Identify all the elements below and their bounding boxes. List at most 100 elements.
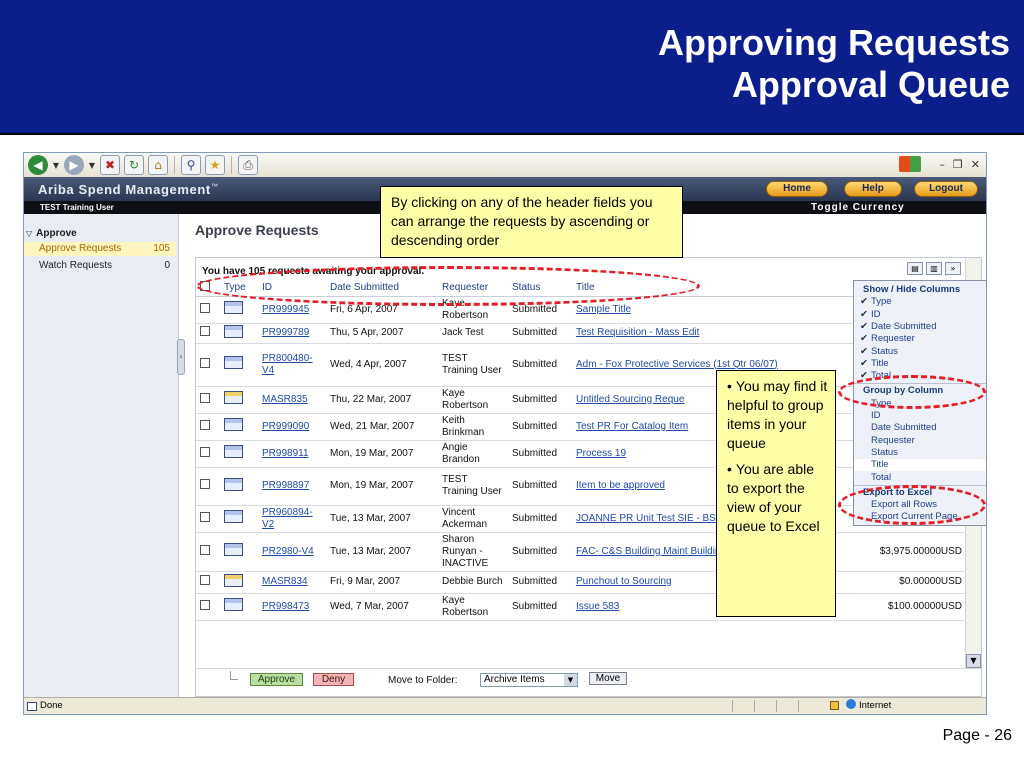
restore-button[interactable]: ❐	[953, 158, 963, 171]
row-checkbox[interactable]	[200, 511, 210, 522]
request-id-link[interactable]: PR999945	[258, 296, 326, 324]
back-dropdown-icon[interactable]: ▼	[52, 161, 60, 170]
request-title-link[interactable]: Test Requisition - Mass Edit	[572, 323, 852, 344]
forward-dropdown-icon[interactable]: ▼	[88, 161, 96, 170]
forward-arrow-icon[interactable]: ▶	[64, 155, 84, 175]
column-header-status[interactable]: Status	[508, 280, 572, 297]
row-select-cell[interactable]	[196, 505, 220, 533]
menu-item-show-type[interactable]: ✔ Type	[854, 296, 986, 308]
row-select-cell[interactable]	[196, 296, 220, 324]
help-button[interactable]: Help	[844, 181, 902, 197]
requisition-doc-icon[interactable]	[224, 543, 243, 556]
menu-item-show-total[interactable]: ✔ Total	[854, 370, 986, 382]
request-id-link[interactable]: PR999090	[258, 413, 326, 441]
table-row[interactable]: MASR835 Thu, 22 Mar, 2007 Kaye Robertson Su…	[196, 386, 966, 414]
row-checkbox[interactable]	[200, 575, 210, 585]
row-select-cell[interactable]	[196, 467, 220, 506]
row-select-cell[interactable]	[196, 593, 220, 621]
row-select-cell[interactable]	[196, 343, 220, 387]
toggle-currency-link[interactable]: Toggle Currency	[811, 201, 905, 214]
menu-item-group-type[interactable]: Type	[854, 398, 986, 410]
sidebar-heading-approve[interactable]: ▽ Approve	[26, 228, 77, 239]
menu-item-show-id[interactable]: ✔ ID	[854, 309, 986, 321]
scroll-down-arrow-icon[interactable]: ▼	[966, 654, 981, 668]
request-id-link[interactable]: PR960894-V2	[258, 505, 326, 533]
row-checkbox[interactable]	[200, 302, 210, 313]
table-row[interactable]: PR960894-V2 Tue, 13 Mar, 2007 Vincent Acke…	[196, 505, 966, 533]
menu-item-export-all-rows[interactable]: Export all Rows	[854, 499, 986, 511]
request-id-link[interactable]: MASR834	[258, 571, 326, 594]
move-button[interactable]: Move	[589, 672, 627, 685]
menu-item-show-title[interactable]: ✔ Title	[854, 358, 986, 370]
deny-button[interactable]: Deny	[313, 673, 354, 686]
requisition-doc-icon[interactable]	[224, 445, 243, 458]
row-checkbox[interactable]	[200, 392, 210, 403]
row-select-cell[interactable]	[196, 413, 220, 441]
requisition-doc-icon[interactable]	[224, 598, 243, 611]
search-icon[interactable]: ⚲	[181, 155, 201, 175]
request-id-link[interactable]: PR998473	[258, 593, 326, 621]
row-select-cell[interactable]	[196, 440, 220, 468]
row-select-cell[interactable]	[196, 386, 220, 414]
menu-item-show-date-submitted[interactable]: ✔ Date Submitted	[854, 321, 986, 333]
menu-item-show-status[interactable]: ✔ Status	[854, 346, 986, 358]
menu-item-group-status[interactable]: Status	[854, 447, 986, 459]
menu-item-group-total[interactable]: Total	[854, 472, 986, 484]
request-id-link[interactable]: PR998897	[258, 467, 326, 506]
menu-item-export-current-page[interactable]: Export Current Page	[854, 511, 986, 523]
minimize-button[interactable]: –	[939, 158, 945, 171]
table-row[interactable]: PR998911 Mon, 19 Mar, 2007 Angie Brandon Su…	[196, 440, 966, 468]
requisition-doc-icon[interactable]	[224, 356, 243, 369]
approve-button[interactable]: Approve	[250, 673, 303, 686]
request-id-link[interactable]: PR800480-V4	[258, 343, 326, 387]
row-checkbox[interactable]	[200, 544, 210, 555]
home-button[interactable]: Home	[766, 181, 828, 197]
requisition-doc-icon[interactable]	[224, 477, 243, 491]
table-row[interactable]: MASR834 Fri, 9 Mar, 2007 Debbie Burch Submi…	[196, 571, 966, 594]
row-select-cell[interactable]	[196, 532, 220, 572]
row-checkbox[interactable]	[200, 479, 210, 489]
column-header-requester[interactable]: Requester	[438, 280, 508, 297]
request-id-link[interactable]: PR2980-V4	[258, 532, 326, 572]
menu-item-group-requester[interactable]: Requester	[854, 435, 986, 447]
favorites-star-icon[interactable]: ★	[205, 155, 225, 175]
refresh-icon[interactable]: ↻	[124, 155, 144, 175]
chevron-down-icon[interactable]: ▼	[564, 674, 577, 686]
column-header-type[interactable]: Type	[220, 280, 258, 297]
requisition-doc-icon[interactable]	[224, 324, 243, 338]
column-header-title[interactable]: Title	[572, 280, 852, 297]
sidebar-item-watch-requests[interactable]: Watch Requests 0	[24, 259, 176, 273]
select-all-checkbox[interactable]	[200, 281, 210, 292]
stop-icon[interactable]: ✖	[100, 155, 120, 175]
table-row[interactable]: PR998897 Mon, 19 Mar, 2007 TEST Training U…	[196, 467, 966, 506]
row-checkbox[interactable]	[200, 357, 210, 368]
column-header-id[interactable]: ID	[258, 280, 326, 297]
request-id-link[interactable]: MASR835	[258, 386, 326, 414]
requisition-doc-icon[interactable]	[224, 510, 243, 523]
print-icon[interactable]: ⎙	[238, 155, 258, 175]
column-options-icon[interactable]: ▤	[907, 262, 923, 275]
request-title-link[interactable]: Sample Title	[572, 296, 852, 324]
table-row[interactable]: PR2980-V4 Tue, 13 Mar, 2007 Sharon Runyan …	[196, 532, 966, 572]
row-checkbox[interactable]	[200, 326, 210, 336]
menu-item-group-title[interactable]: Title	[854, 459, 986, 472]
requisition-doc-icon[interactable]	[224, 418, 243, 431]
column-header-date-submitted[interactable]: Date Submitted	[326, 280, 438, 297]
table-row[interactable]: PR999090 Wed, 21 Mar, 2007 Keith Brinkman S…	[196, 413, 966, 441]
group-options-icon[interactable]: ▥	[926, 262, 942, 275]
row-checkbox[interactable]	[200, 599, 210, 610]
row-select-cell[interactable]	[196, 571, 220, 594]
sourcing-doc-icon[interactable]	[224, 573, 243, 587]
row-checkbox[interactable]	[200, 446, 210, 457]
sourcing-doc-icon[interactable]	[224, 391, 243, 404]
sidebar-item-approve-requests[interactable]: Approve Requests 105	[24, 242, 176, 256]
sidebar-collapse-handle[interactable]: ‹	[177, 339, 185, 375]
table-row[interactable]: PR800480-V4 Wed, 4 Apr, 2007 TEST Training…	[196, 343, 966, 387]
home-icon[interactable]: ⌂	[148, 155, 168, 175]
request-id-link[interactable]: PR999789	[258, 323, 326, 344]
table-row[interactable]: PR998473 Wed, 7 Mar, 2007 Kaye Robertson Su…	[196, 593, 966, 621]
row-select-cell[interactable]	[196, 323, 220, 344]
row-checkbox[interactable]	[200, 419, 210, 430]
close-button[interactable]: ✕	[971, 158, 980, 171]
back-arrow-icon[interactable]: ◀	[28, 155, 48, 175]
